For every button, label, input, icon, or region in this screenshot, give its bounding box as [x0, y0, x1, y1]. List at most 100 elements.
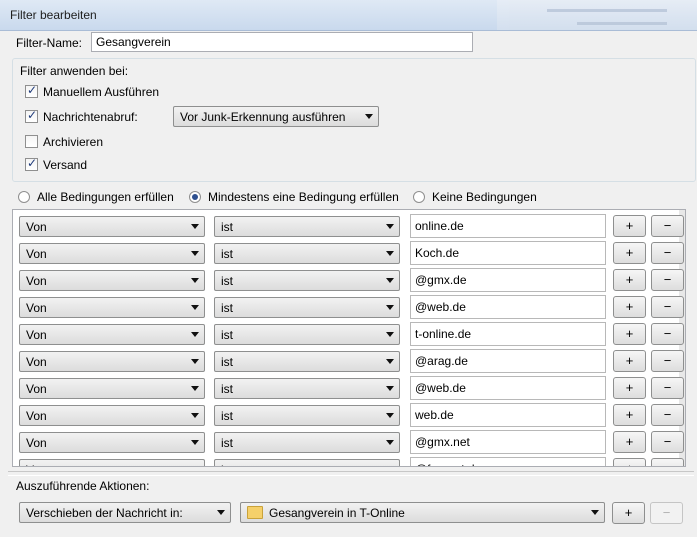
chevron-down-icon — [386, 224, 394, 229]
condition-field-value: Von — [26, 328, 47, 342]
condition-row: Von ist Koch.de + − — [13, 240, 685, 267]
filter-name-input[interactable] — [91, 32, 473, 52]
fetch-timing-select[interactable]: Vor Junk-Erkennung ausführen — [173, 106, 379, 127]
add-condition-button[interactable]: + — [613, 404, 646, 426]
chevron-down-icon — [386, 386, 394, 391]
condition-row: Von ist t-online.de + − — [13, 321, 685, 348]
action-type-value: Verschieben der Nachricht in: — [26, 506, 183, 520]
chevron-down-icon — [386, 332, 394, 337]
chevron-down-icon — [591, 510, 599, 515]
condition-value-input[interactable]: @freenet.de — [410, 457, 606, 466]
condition-operator-select[interactable]: ist — [214, 270, 400, 291]
match-none-radio[interactable] — [413, 191, 425, 203]
add-condition-button[interactable]: + — [613, 323, 646, 345]
chevron-down-icon — [191, 278, 199, 283]
chevron-down-icon — [386, 440, 394, 445]
condition-field-select[interactable]: Von — [19, 216, 205, 237]
add-condition-button[interactable]: + — [613, 458, 646, 466]
chevron-down-icon — [386, 305, 394, 310]
fetch-label: Nachrichtenabruf: — [43, 110, 138, 124]
remove-condition-button[interactable]: − — [651, 404, 684, 426]
condition-field-select[interactable]: Von — [19, 324, 205, 345]
archive-label: Archivieren — [43, 135, 104, 149]
condition-operator-select[interactable]: ist — [214, 216, 400, 237]
filter-name-label: Filter-Name: — [16, 36, 83, 50]
remove-condition-button[interactable]: − — [651, 269, 684, 291]
condition-field-select[interactable]: Von — [19, 405, 205, 426]
manual-label: Manuellem Ausführen — [43, 85, 160, 99]
folder-icon — [247, 506, 263, 519]
condition-value-input[interactable]: t-online.de — [410, 322, 606, 346]
condition-value-input[interactable]: web.de — [410, 403, 606, 427]
chevron-down-icon — [191, 440, 199, 445]
condition-row: Von ist @web.de + − — [13, 375, 685, 402]
condition-operator-select[interactable]: ist — [214, 405, 400, 426]
chevron-down-icon — [217, 510, 225, 515]
actions-title: Auszuführende Aktionen: — [16, 479, 150, 493]
condition-operator-select[interactable]: ist — [214, 432, 400, 453]
add-condition-button[interactable]: + — [613, 431, 646, 453]
condition-operator-select[interactable]: ist — [214, 351, 400, 372]
condition-row: Von ist @arag.de + − — [13, 348, 685, 375]
condition-field-select[interactable]: Von — [19, 351, 205, 372]
add-condition-button[interactable]: + — [613, 269, 646, 291]
apply-group-title: Filter anwenden bei: — [20, 64, 129, 78]
condition-operator-select[interactable]: ist — [214, 297, 400, 318]
remove-condition-button[interactable]: − — [651, 323, 684, 345]
remove-condition-button[interactable]: − — [651, 215, 684, 237]
condition-field-select[interactable]: Von — [19, 243, 205, 264]
manual-checkbox[interactable] — [25, 83, 38, 98]
match-any-label: Mindestens eine Bedingung erfüllen — [208, 190, 399, 204]
remove-condition-button[interactable]: − — [651, 296, 684, 318]
condition-value-input[interactable]: Koch.de — [410, 241, 606, 265]
condition-field-value: Von — [26, 247, 47, 261]
add-condition-button[interactable]: + — [613, 350, 646, 372]
remove-action-button[interactable]: − — [650, 502, 683, 524]
chevron-down-icon — [386, 413, 394, 418]
add-condition-button[interactable]: + — [613, 215, 646, 237]
condition-operator-value: ist — [221, 247, 233, 261]
condition-operator-select[interactable]: ist — [214, 243, 400, 264]
condition-row: Von ist @freenet.de +− — [13, 456, 685, 466]
remove-condition-button[interactable]: − — [651, 458, 684, 466]
condition-value-input[interactable]: online.de — [410, 214, 606, 238]
add-condition-button[interactable]: + — [613, 377, 646, 399]
condition-field-select[interactable]: Von — [19, 432, 205, 453]
chevron-down-icon — [365, 114, 373, 119]
add-condition-button[interactable]: + — [613, 296, 646, 318]
remove-condition-button[interactable]: − — [651, 377, 684, 399]
condition-list[interactable]: Von ist online.de + − Von ist Koch.de + − Von ist @g… — [12, 209, 686, 467]
fetch-checkbox[interactable] — [25, 108, 38, 123]
chevron-down-icon — [191, 386, 199, 391]
condition-value-input[interactable]: @gmx.net — [410, 430, 606, 454]
chevron-down-icon — [191, 332, 199, 337]
condition-operator-select[interactable]: ist — [214, 324, 400, 345]
condition-field-select[interactable]: Von — [19, 297, 205, 318]
remove-condition-button[interactable]: − — [651, 242, 684, 264]
match-any-radio[interactable] — [189, 191, 201, 203]
match-all-radio[interactable] — [18, 191, 30, 203]
condition-field-select[interactable]: Von — [19, 459, 205, 466]
add-condition-button[interactable]: + — [613, 242, 646, 264]
condition-row: Von ist web.de + − — [13, 402, 685, 429]
title-bar: Filter bearbeiten — [0, 0, 697, 31]
chevron-down-icon — [386, 251, 394, 256]
condition-operator-value: ist — [221, 436, 233, 450]
condition-operator-select[interactable]: ist — [214, 378, 400, 399]
condition-value-input[interactable]: @gmx.de — [410, 268, 606, 292]
condition-value-input[interactable]: @web.de — [410, 376, 606, 400]
condition-value-input[interactable]: @web.de — [410, 295, 606, 319]
condition-operator-select[interactable]: ist — [214, 459, 400, 466]
remove-condition-button[interactable]: − — [651, 350, 684, 372]
target-folder-value: Gesangverein in T-Online — [269, 506, 405, 520]
remove-condition-button[interactable]: − — [651, 431, 684, 453]
condition-field-value: Von — [26, 220, 47, 234]
archive-checkbox[interactable] — [25, 135, 38, 148]
target-folder-select[interactable]: Gesangverein in T-Online — [240, 502, 605, 523]
condition-field-select[interactable]: Von — [19, 378, 205, 399]
add-action-button[interactable]: + — [612, 502, 645, 524]
condition-value-input[interactable]: @arag.de — [410, 349, 606, 373]
action-type-select[interactable]: Verschieben der Nachricht in: — [19, 502, 231, 523]
send-checkbox[interactable] — [25, 156, 38, 171]
condition-field-select[interactable]: Von — [19, 270, 205, 291]
